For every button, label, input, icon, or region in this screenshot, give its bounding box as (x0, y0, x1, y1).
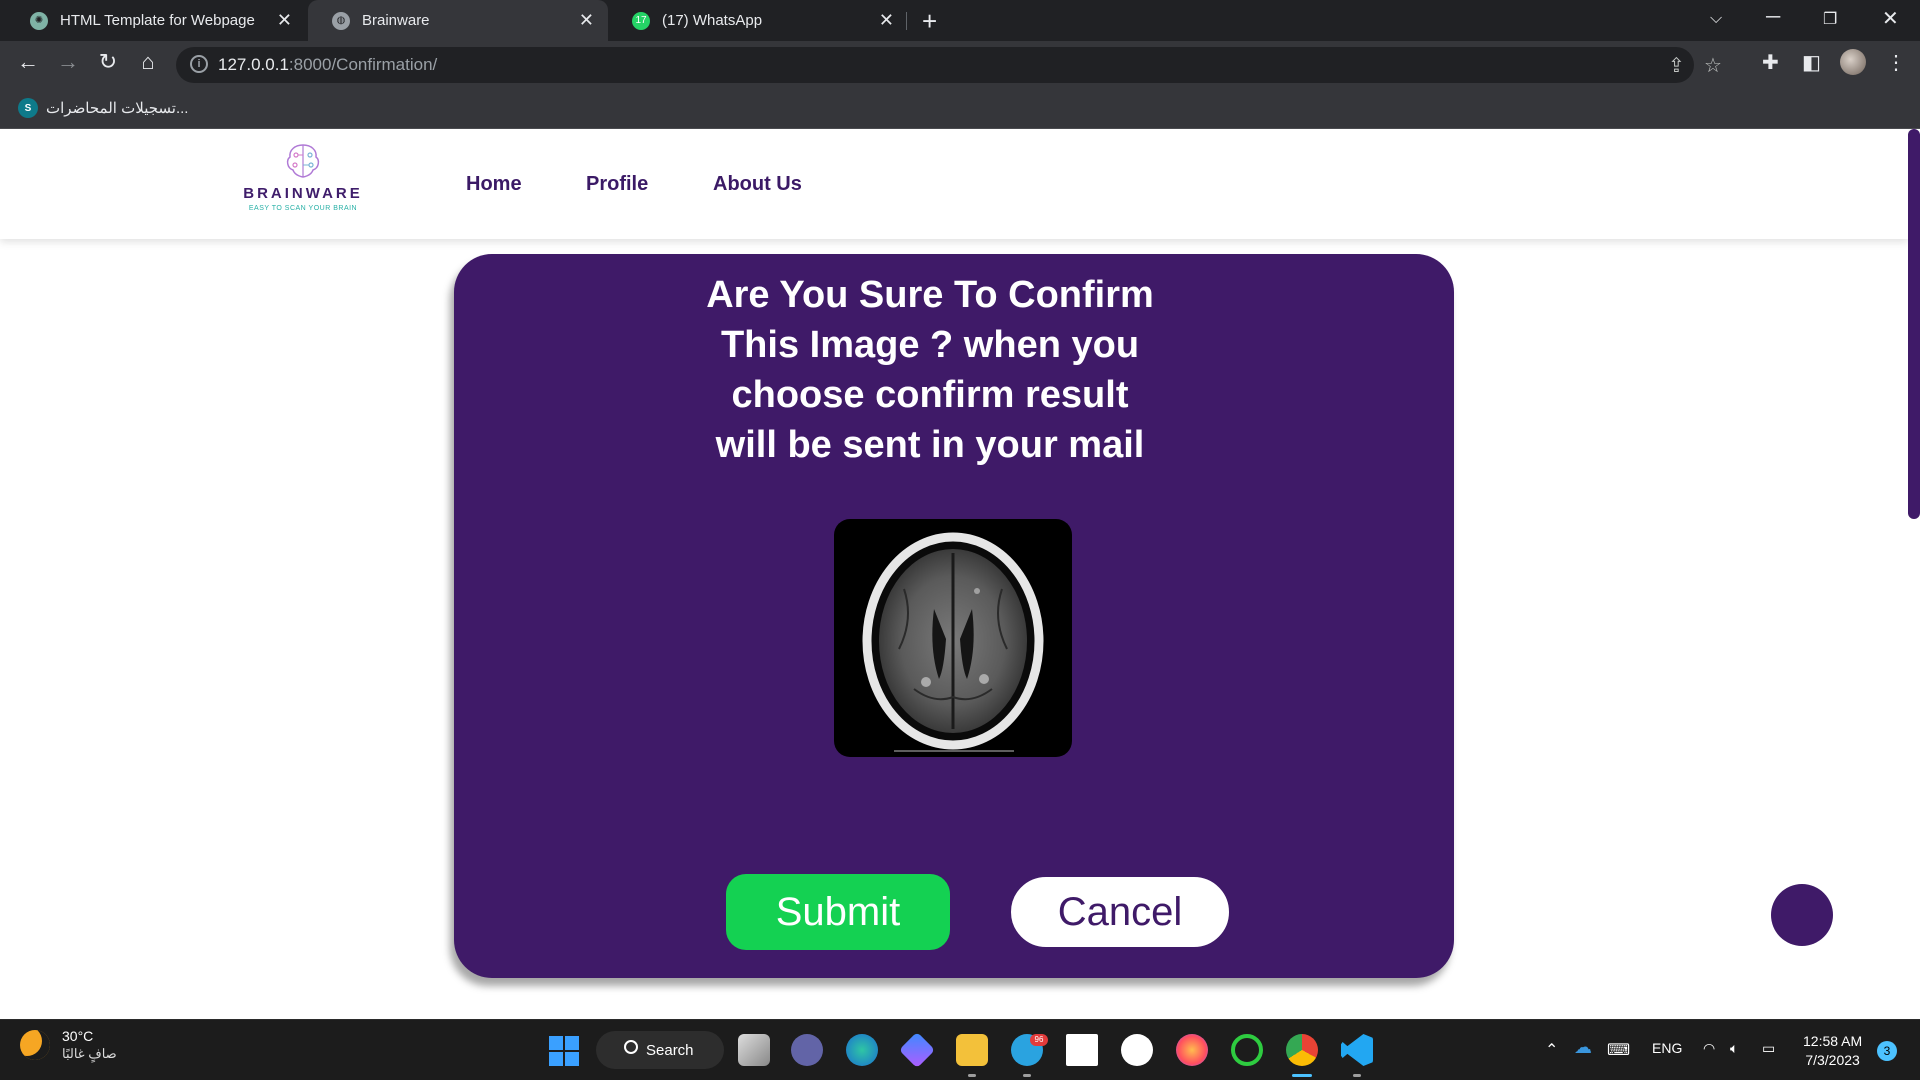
window-close-icon[interactable]: ✕ (1882, 6, 1899, 31)
profile-avatar[interactable] (1840, 49, 1866, 75)
tab-search-chevron-icon[interactable]: ⌵ (1710, 10, 1722, 28)
teams-meet-icon[interactable] (791, 1034, 823, 1066)
chatgpt-icon: ✺ (30, 11, 48, 30)
new-tab-button[interactable]: + (922, 6, 937, 37)
url-text: 127.0.0.1:8000/Confirmation/ (218, 55, 438, 74)
nav-home[interactable]: Home (466, 173, 522, 196)
bookmark-star-icon[interactable]: ☆ (1704, 53, 1722, 78)
file-explorer-icon[interactable] (956, 1034, 988, 1066)
menu-kebab-icon[interactable]: ⋮ (1886, 50, 1906, 75)
share-icon[interactable]: ⇪ (1668, 53, 1685, 78)
page-viewport: BRAINWARE EASY TO SCAN YOUR BRAIN Home P… (0, 129, 1920, 1019)
moon-cloud-icon (20, 1030, 50, 1060)
mongodb-leaf-icon[interactable] (1121, 1034, 1153, 1066)
chevron-up-icon[interactable]: ⌃ (1545, 1040, 1558, 1060)
weather-condition: صافٍ غالبًا (62, 1046, 117, 1061)
close-icon[interactable]: ✕ (277, 10, 292, 31)
battery-icon[interactable]: ▭ (1762, 1040, 1775, 1057)
tab-divider (906, 12, 907, 30)
copilot-icon[interactable] (898, 1031, 936, 1069)
nav-about-us[interactable]: About Us (713, 173, 802, 196)
running-indicator (1353, 1074, 1361, 1077)
notification-badge[interactable]: 3 (1877, 1041, 1897, 1061)
submit-button[interactable]: Submit (726, 874, 950, 950)
tab-brainware[interactable]: ◍ Brainware ✕ (308, 0, 608, 41)
search-icon (624, 1040, 638, 1054)
side-panel-icon[interactable]: ◧ (1802, 50, 1821, 75)
site-header: BRAINWARE EASY TO SCAN YOUR BRAIN Home P… (0, 129, 1908, 239)
site-info-icon[interactable]: i (190, 55, 208, 73)
close-icon[interactable]: ✕ (579, 10, 594, 31)
globe-icon: ◍ (332, 11, 350, 30)
tab-whatsapp[interactable]: 17 (17) WhatsApp ✕ (608, 0, 908, 41)
telegram-badge: 96 (1030, 1034, 1048, 1046)
minimize-icon[interactable]: ─ (1766, 6, 1780, 29)
tab-title: Brainware (362, 12, 430, 29)
task-view-icon[interactable] (738, 1034, 770, 1066)
onedrive-cloud-icon[interactable]: ☁ (1574, 1037, 1592, 1058)
floating-action-button[interactable] (1771, 884, 1833, 946)
weather-widget[interactable]: 30°C صافٍ غالبًا (20, 1028, 117, 1062)
keyboard-icon[interactable]: ⌨ (1607, 1040, 1630, 1060)
address-bar[interactable]: i 127.0.0.1:8000/Confirmation/ ⇪ ☆ (176, 47, 1722, 83)
refresh-app-icon[interactable] (1231, 1034, 1263, 1066)
tab-title: HTML Template for Webpage (60, 12, 255, 29)
close-icon[interactable]: ✕ (879, 10, 894, 31)
forward-arrow-icon[interactable]: → (52, 49, 84, 75)
wifi-icon[interactable]: ◠ (1703, 1040, 1715, 1057)
brand-tagline: EASY TO SCAN YOUR BRAIN (248, 205, 358, 212)
bookmarks-bar: S تسجيلات المحاضرات... (0, 89, 1920, 129)
browser-tab-bar: ✺ HTML Template for Webpage ✕ ◍ Brainwar… (0, 0, 1920, 41)
home-icon[interactable]: ⌂ (132, 49, 164, 75)
tab-html-template[interactable]: ✺ HTML Template for Webpage ✕ (6, 0, 306, 41)
bookmark-item[interactable]: S تسجيلات المحاضرات... (18, 98, 188, 118)
sharepoint-icon: S (18, 98, 38, 118)
browser-toolbar: ← → ↻ ⌂ i 127.0.0.1:8000/Confirmation/ ⇪… (0, 41, 1920, 89)
volume-icon[interactable]: 🔈︎ (1730, 1040, 1738, 1057)
whatsapp-icon: 17 (632, 11, 650, 30)
brand-name: BRAINWARE (243, 185, 363, 202)
mongodb-compass-icon[interactable] (1066, 1034, 1098, 1066)
windows-start-icon[interactable] (549, 1036, 579, 1066)
language-indicator[interactable]: ENG (1652, 1040, 1682, 1056)
mri-brain-scan-image (834, 519, 1072, 757)
scrollbar-thumb[interactable] (1908, 129, 1920, 519)
weather-temperature: 30°C (62, 1028, 94, 1044)
running-indicator (968, 1074, 976, 1077)
brain-circuit-icon (286, 144, 320, 178)
firefox-icon[interactable] (1176, 1034, 1208, 1066)
edge-icon[interactable] (846, 1034, 878, 1066)
nav-profile[interactable]: Profile (586, 173, 648, 196)
windows-taskbar: 30°C صافٍ غالبًا Search 96 ⌃ ☁ ⌨ ENG ◠ 🔈… (0, 1019, 1920, 1080)
extensions-puzzle-icon[interactable]: ✚ (1762, 50, 1779, 75)
bookmark-label: تسجيلات المحاضرات... (46, 100, 189, 117)
system-clock[interactable]: 12:58 AM 7/3/2023 (1803, 1032, 1862, 1070)
chrome-icon[interactable] (1286, 1034, 1318, 1066)
running-indicator (1292, 1074, 1312, 1077)
cancel-button[interactable]: Cancel (1008, 874, 1232, 950)
confirmation-card: Are You Sure To Confirm This Image ? whe… (454, 254, 1454, 978)
confirmation-message: Are You Sure To Confirm This Image ? whe… (706, 274, 1154, 466)
back-arrow-icon[interactable]: ← (12, 49, 44, 75)
vscode-icon[interactable] (1341, 1034, 1373, 1066)
brainware-logo[interactable]: BRAINWARE EASY TO SCAN YOUR BRAIN (238, 141, 368, 212)
tab-title: (17) WhatsApp (662, 12, 763, 29)
taskbar-search[interactable]: Search (596, 1031, 724, 1069)
restore-icon[interactable]: ❐ (1823, 9, 1837, 29)
reload-icon[interactable]: ↻ (92, 49, 124, 75)
running-indicator (1023, 1074, 1031, 1077)
